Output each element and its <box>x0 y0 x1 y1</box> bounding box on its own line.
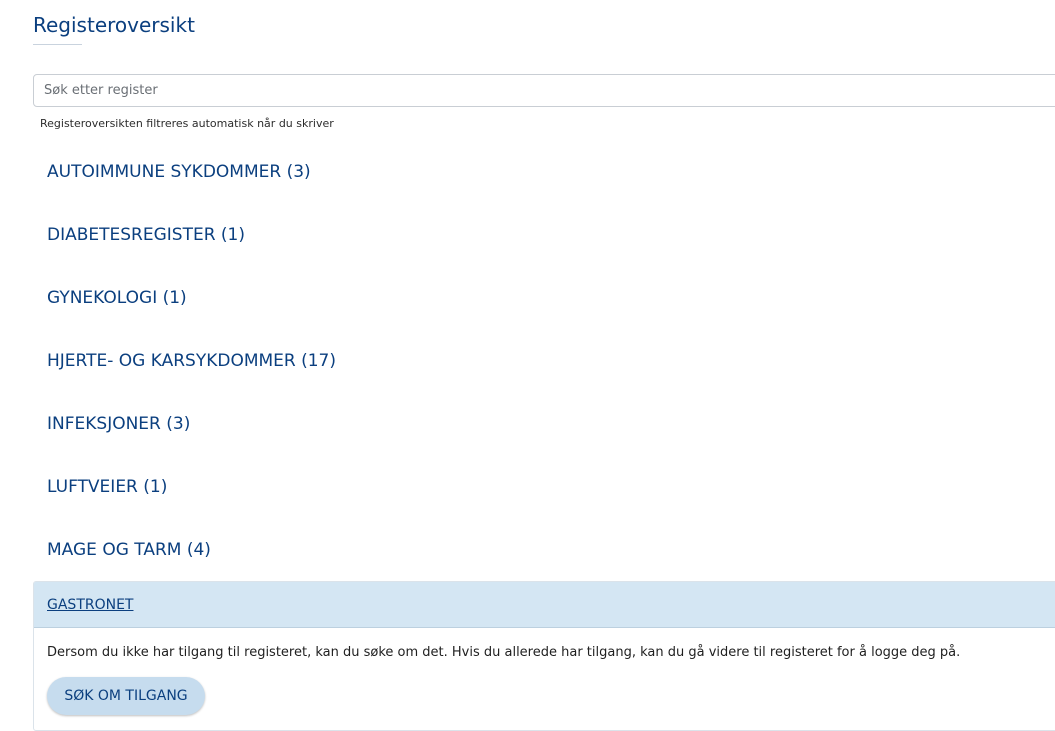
category-hjerte-og-karsykdommer[interactable]: HJERTE- OG KARSYKDOMMER (17) <box>47 351 336 371</box>
register-panel-header: GASTRONET <box>34 582 1055 628</box>
category-infeksjoner[interactable]: INFEKSJONER (3) <box>47 414 190 434</box>
register-link-gastronet[interactable]: GASTRONET <box>47 597 133 613</box>
category-mage-og-tarm[interactable]: MAGE OG TARM (4) <box>47 540 211 560</box>
register-access-description: Dersom du ikke har tilgang til registere… <box>47 645 961 660</box>
search-hint: Registeroversikten filtreres automatisk … <box>40 117 334 130</box>
category-diabetesregister[interactable]: DIABETESREGISTER (1) <box>47 225 245 245</box>
register-panel-gastronet: GASTRONET Dersom du ikke har tilgang til… <box>33 581 1055 731</box>
search-input[interactable] <box>33 74 1055 107</box>
title-underline <box>33 44 82 45</box>
category-gynekologi[interactable]: GYNEKOLOGI (1) <box>47 288 187 308</box>
page-title: Registeroversikt <box>33 13 195 37</box>
request-access-button[interactable]: SØK OM TILGANG <box>47 677 205 715</box>
category-autoimmune-sykdommer[interactable]: AUTOIMMUNE SYKDOMMER (3) <box>47 162 311 182</box>
category-luftveier[interactable]: LUFTVEIER (1) <box>47 477 167 497</box>
